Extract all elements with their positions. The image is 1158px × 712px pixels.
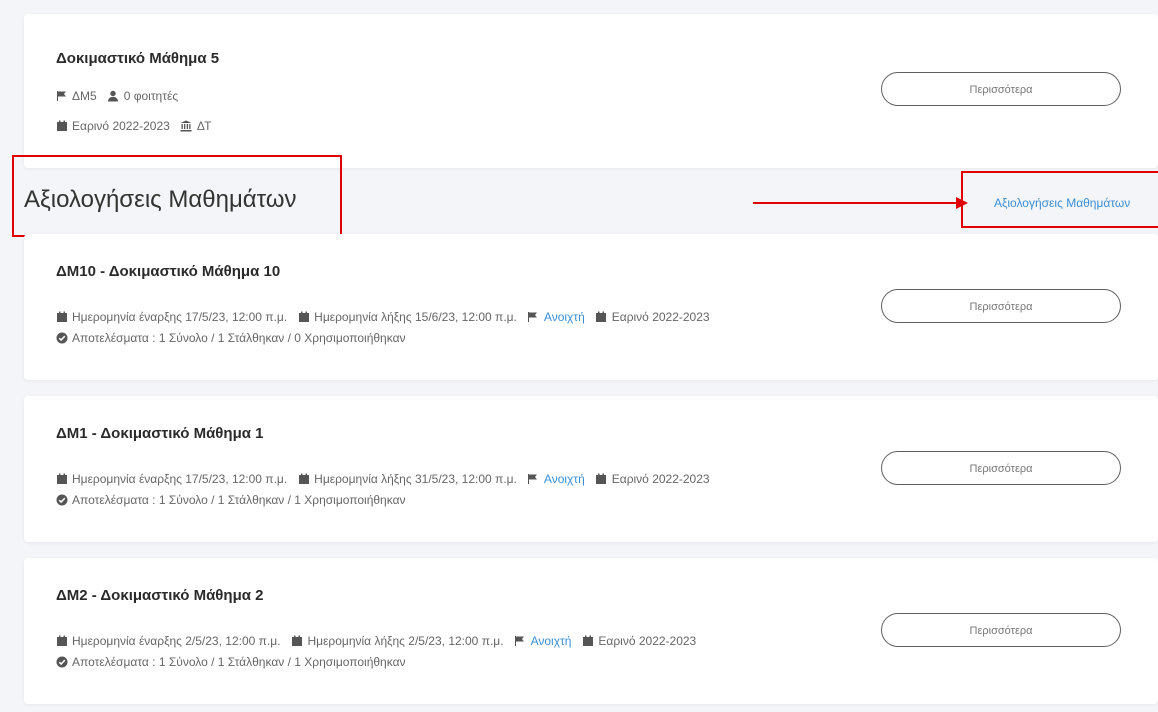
calendar-icon [297, 311, 310, 323]
evaluation-dates: Ημερομηνία έναρξης 17/5/23, 12:00 π.μ. Η… [55, 310, 710, 324]
evaluation-dates: Ημερομηνία έναρξης 2/5/23, 12:00 π.μ. Ημ… [55, 634, 696, 648]
check-circle-icon [55, 656, 68, 668]
end-date: Ημερομηνία λήξης 15/6/23, 12:00 π.μ. [314, 310, 517, 324]
course-title: Δοκιμαστικό Μάθημα 5 [56, 50, 220, 67]
check-circle-icon [55, 332, 68, 344]
status-open: Ανοιχτή [543, 472, 585, 486]
start-date: Ημερομηνία έναρξης 17/5/23, 12:00 π.μ. [72, 310, 288, 324]
status-open: Ανοιχτή [543, 310, 585, 324]
results-text: Αποτελέσματα : 1 Σύνολο / 1 Στάλθηκαν / … [72, 493, 406, 507]
evaluation-results: Αποτελέσματα : 1 Σύνολο / 1 Στάλθηκαν / … [55, 493, 406, 507]
calendar-icon [291, 635, 304, 647]
course-code: ΔΜ5 [72, 89, 97, 103]
evaluation-card: ΔΜ10 - Δοκιμαστικό Μάθημα 10 Ημερομηνία … [24, 234, 1158, 380]
semester: Εαρινό 2022-2023 [611, 310, 710, 324]
more-button[interactable]: Περισσότερα [881, 72, 1121, 106]
results-text: Αποτελέσματα : 1 Σύνολο / 1 Στάλθηκαν / … [72, 655, 406, 669]
end-date: Ημερομηνία λήξης 2/5/23, 12:00 π.μ. [307, 634, 504, 648]
calendar-icon [55, 311, 68, 323]
institution-icon [180, 120, 193, 132]
evaluations-link[interactable]: Αξιολογήσεις Μαθημάτων [994, 196, 1130, 210]
calendar-icon [55, 635, 68, 647]
evaluation-title: ΔΜ10 - Δοκιμαστικό Μάθημα 10 [56, 263, 281, 280]
check-circle-icon [55, 494, 68, 506]
calendar-icon [55, 120, 68, 132]
more-button[interactable]: Περισσότερα [881, 613, 1121, 647]
evaluation-card: ΔΜ1 - Δοκιμαστικό Μάθημα 1 Ημερομηνία έν… [24, 396, 1158, 542]
more-button[interactable]: Περισσότερα [881, 289, 1121, 323]
highlight-box-title [12, 155, 342, 237]
course-meta-row-2: Εαρινό 2022-2023 ΔΤ [55, 119, 211, 133]
flag-icon [527, 473, 540, 485]
evaluation-results: Αποτελέσματα : 1 Σύνολο / 1 Στάλθηκαν / … [55, 655, 406, 669]
annotation-arrow [753, 197, 968, 209]
flag-icon [514, 635, 527, 647]
status-open: Ανοιχτή [530, 634, 572, 648]
flag-icon [527, 311, 540, 323]
semester: Εαρινό 2022-2023 [598, 634, 697, 648]
calendar-icon [297, 473, 310, 485]
evaluation-card: ΔΜ2 - Δοκιμαστικό Μάθημα 2 Ημερομηνία έν… [24, 558, 1158, 704]
semester: Εαρινό 2022-2023 [611, 472, 710, 486]
more-button[interactable]: Περισσότερα [881, 451, 1121, 485]
start-date: Ημερομηνία έναρξης 2/5/23, 12:00 π.μ. [72, 634, 281, 648]
course-meta-row-1: ΔΜ5 0 φοιτητές [55, 89, 178, 103]
results-text: Αποτελέσματα : 1 Σύνολο / 1 Στάλθηκαν / … [72, 331, 406, 345]
evaluation-results: Αποτελέσματα : 1 Σύνολο / 1 Στάλθηκαν / … [55, 331, 406, 345]
evaluation-title: ΔΜ1 - Δοκιμαστικό Μάθημα 1 [56, 425, 264, 442]
start-date: Ημερομηνία έναρξης 17/5/23, 12:00 π.μ. [72, 472, 288, 486]
course-card: Δοκιμαστικό Μάθημα 5 ΔΜ5 0 φοιτητές Εαρι… [24, 14, 1158, 168]
evaluation-dates: Ημερομηνία έναρξης 17/5/23, 12:00 π.μ. Η… [55, 472, 710, 486]
evaluation-title: ΔΜ2 - Δοκιμαστικό Μάθημα 2 [56, 587, 264, 604]
calendar-icon [55, 473, 68, 485]
calendar-icon [595, 311, 608, 323]
user-icon [107, 90, 120, 102]
calendar-icon [595, 473, 608, 485]
calendar-icon [581, 635, 594, 647]
flag-icon [55, 90, 68, 102]
end-date: Ημερομηνία λήξης 31/5/23, 12:00 π.μ. [314, 472, 517, 486]
course-department: ΔΤ [196, 119, 212, 133]
course-students: 0 φοιτητές [123, 89, 179, 103]
course-semester: Εαρινό 2022-2023 [72, 119, 170, 133]
